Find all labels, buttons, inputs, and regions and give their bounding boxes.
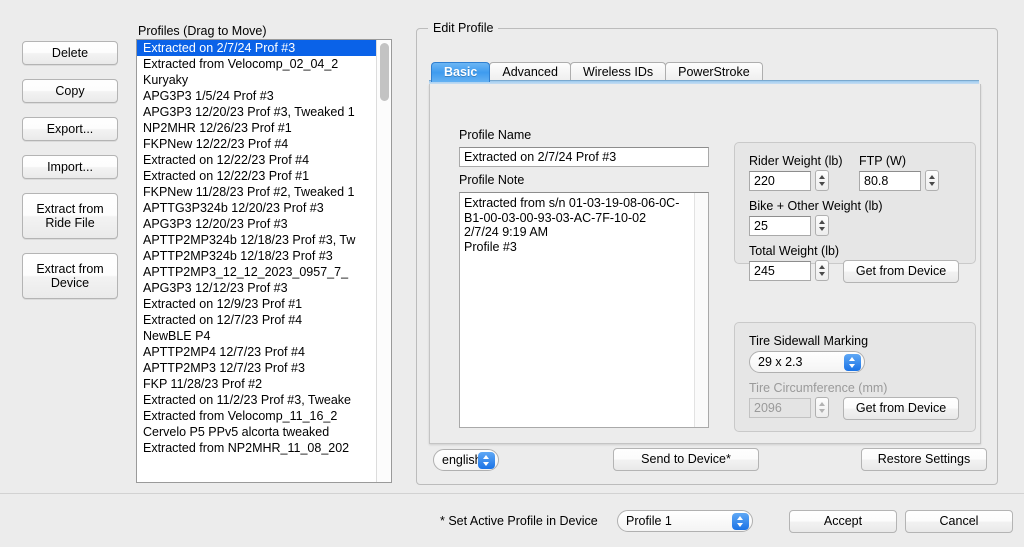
active-profile-label: * Set Active Profile in Device <box>440 514 598 528</box>
edit-profile-group: Edit Profile Basic Advanced Wireless IDs Po… <box>416 21 998 485</box>
tab-advanced[interactable]: Advanced <box>489 62 571 82</box>
ftp-label: FTP (W) <box>859 154 906 168</box>
profile-note-text: Extracted from s/n 01-03-19-08-06-0C-B1-… <box>464 196 680 254</box>
tab-wireless-ids[interactable]: Wireless IDs <box>569 62 667 82</box>
list-item[interactable]: Extracted on 12/22/23 Prof #1 <box>137 168 376 184</box>
rider-weight-stepper[interactable] <box>815 170 829 191</box>
profile-note-label: Profile Note <box>459 173 525 187</box>
cancel-button[interactable]: Cancel <box>905 510 1013 533</box>
edit-profile-title: Edit Profile <box>428 21 499 35</box>
list-item[interactable]: Cervelo P5 PPv5 alcorta tweaked <box>137 424 376 440</box>
active-profile-value: Profile 1 <box>626 514 672 528</box>
total-weight-input[interactable]: 245 <box>749 261 811 281</box>
list-item[interactable]: FKP 11/28/23 Prof #2 <box>137 376 376 392</box>
list-item[interactable]: Extracted from Velocomp_02_04_2 <box>137 56 376 72</box>
left-button-extract-from-ride-file[interactable]: Extract from Ride File <box>22 193 118 239</box>
list-item[interactable]: APTTP2MP3_12_12_2023_0957_7_ <box>137 264 376 280</box>
send-to-device-button[interactable]: Send to Device* <box>613 448 759 471</box>
tire-circumference-label: Tire Circumference (mm) <box>749 381 888 395</box>
footer-divider <box>0 493 1024 494</box>
profile-actions-column: Delete Copy Export... Import... Extract from… <box>22 41 118 313</box>
list-item[interactable]: Extracted on 12/9/23 Prof #1 <box>137 296 376 312</box>
profiles-list-title: Profiles (Drag to Move) <box>138 24 267 38</box>
tire-sidewall-label: Tire Sidewall Marking <box>749 334 869 348</box>
list-item[interactable]: Extracted from Velocomp_11_16_2 <box>137 408 376 424</box>
list-item[interactable]: APG3P3 12/12/23 Prof #3 <box>137 280 376 296</box>
chevron-updown-icon <box>478 452 495 469</box>
list-item[interactable]: Extracted on 12/22/23 Prof #4 <box>137 152 376 168</box>
list-item[interactable]: NP2MHR 12/26/23 Prof #1 <box>137 120 376 136</box>
profile-name-input[interactable]: Extracted on 2/7/24 Prof #3 <box>459 147 709 167</box>
rider-weight-input[interactable]: 220 <box>749 171 811 191</box>
left-button-copy[interactable]: Copy <box>22 79 118 103</box>
chevron-updown-icon <box>732 513 749 530</box>
tab-strip: Basic Advanced Wireless IDs PowerStroke <box>431 62 763 82</box>
restore-settings-button[interactable]: Restore Settings <box>861 448 987 471</box>
list-item[interactable]: FKPNew 11/28/23 Prof #2, Tweaked 1 <box>137 184 376 200</box>
profiles-list-rows: Extracted on 2/7/24 Prof #3 Extracted fro… <box>137 40 376 482</box>
language-select[interactable]: english <box>433 449 499 471</box>
profiles-list[interactable]: Extracted on 2/7/24 Prof #3 Extracted fro… <box>136 39 392 483</box>
weights-get-from-device-button[interactable]: Get from Device <box>843 260 959 283</box>
tire-get-from-device-button[interactable]: Get from Device <box>843 397 959 420</box>
list-item[interactable]: APG3P3 12/20/23 Prof #3 <box>137 216 376 232</box>
profile-name-label: Profile Name <box>459 128 532 142</box>
list-item[interactable]: APTTP2MP324b 12/18/23 Prof #3, Tw <box>137 232 376 248</box>
list-item[interactable]: Kuryaky <box>137 72 376 88</box>
scrollbar-thumb[interactable] <box>380 43 389 101</box>
bike-weight-input[interactable]: 25 <box>749 216 811 236</box>
tire-sidewall-value: 29 x 2.3 <box>758 355 803 369</box>
weights-group: Rider Weight (lb) 220 FTP (W) 80.8 Bike … <box>734 142 976 283</box>
rider-weight-label: Rider Weight (lb) <box>749 154 843 168</box>
left-button-export[interactable]: Export... <box>22 117 118 141</box>
list-item[interactable]: FKPNew 12/22/23 Prof #4 <box>137 136 376 152</box>
left-button-import[interactable]: Import... <box>22 155 118 179</box>
tire-circumference-stepper <box>815 397 829 418</box>
tab-powerstroke[interactable]: PowerStroke <box>665 62 763 82</box>
tire-sidewall-select[interactable]: 29 x 2.3 <box>749 351 865 373</box>
tire-circumference-input: 2096 <box>749 398 811 418</box>
active-profile-select[interactable]: Profile 1 <box>617 510 753 532</box>
profile-note-scrollbar[interactable] <box>694 193 708 427</box>
ftp-input[interactable]: 80.8 <box>859 171 921 191</box>
left-button-delete[interactable]: Delete <box>22 41 118 65</box>
ftp-stepper[interactable] <box>925 170 939 191</box>
list-item[interactable]: APTTP2MP324b 12/18/23 Prof #3 <box>137 248 376 264</box>
list-item[interactable]: APG3P3 1/5/24 Prof #3 <box>137 88 376 104</box>
language-value: english <box>442 453 482 467</box>
list-item[interactable]: APG3P3 12/20/23 Prof #3, Tweaked 1 <box>137 104 376 120</box>
tab-basic[interactable]: Basic <box>431 62 491 82</box>
basic-tab-panel: Profile Name Extracted on 2/7/24 Prof #3… <box>429 84 981 444</box>
tire-group: Tire Sidewall Marking 29 x 2.3 Tire Circ… <box>734 322 976 432</box>
bike-weight-stepper[interactable] <box>815 215 829 236</box>
bike-weight-label: Bike + Other Weight (lb) <box>749 199 883 213</box>
list-item[interactable]: Extracted on 2/7/24 Prof #3 <box>137 40 376 56</box>
chevron-updown-icon <box>844 354 861 371</box>
total-weight-stepper[interactable] <box>815 260 829 281</box>
total-weight-label: Total Weight (lb) <box>749 244 840 258</box>
list-item[interactable]: APTTP2MP3 12/7/23 Prof #3 <box>137 360 376 376</box>
list-item[interactable]: APTTP2MP4 12/7/23 Prof #4 <box>137 344 376 360</box>
list-item[interactable]: APTTG3P324b 12/20/23 Prof #3 <box>137 200 376 216</box>
left-button-extract-from-device[interactable]: Extract from Device <box>22 253 118 299</box>
list-item[interactable]: Extracted from NP2MHR_11_08_202 <box>137 440 376 456</box>
list-item[interactable]: NewBLE P4 <box>137 328 376 344</box>
profile-editor-window: Delete Copy Export... Import... Extract from… <box>0 0 1024 547</box>
profiles-list-scrollbar[interactable] <box>376 40 391 482</box>
profile-note-textarea[interactable]: Extracted from s/n 01-03-19-08-06-0C-B1-… <box>459 192 709 428</box>
accept-button[interactable]: Accept <box>789 510 897 533</box>
list-item[interactable]: Extracted on 11/2/23 Prof #3, Tweake <box>137 392 376 408</box>
list-item[interactable]: Extracted on 12/7/23 Prof #4 <box>137 312 376 328</box>
